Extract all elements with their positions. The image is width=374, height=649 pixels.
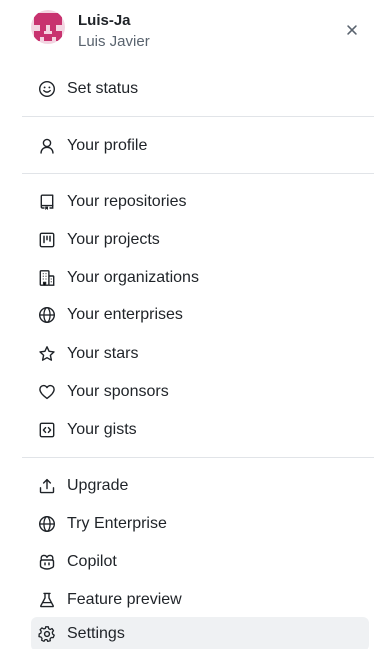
smiley-icon [38, 80, 56, 98]
gear-icon [38, 625, 56, 643]
menu-item-settings[interactable]: Settings [31, 617, 369, 649]
upload-icon [38, 477, 56, 495]
menu-item-label: Settings [67, 625, 125, 642]
globe-icon [38, 515, 56, 533]
globe-icon [38, 306, 56, 324]
menu-item-your-profile[interactable]: Your profile [31, 130, 369, 162]
divider [22, 173, 374, 174]
menu-item-your-gists[interactable]: Your gists [31, 414, 369, 446]
star-icon [38, 345, 56, 363]
menu-item-your-repositories[interactable]: Your repositories [31, 186, 369, 218]
code-square-icon [38, 421, 56, 439]
menu-item-label: Upgrade [67, 477, 129, 494]
copilot-icon [38, 553, 56, 571]
user-full-name: Luis Javier [78, 33, 150, 50]
menu-item-label: Your projects [67, 231, 160, 248]
menu-item-label: Your stars [67, 345, 139, 362]
menu-item-your-organizations[interactable]: Your organizations [31, 262, 369, 294]
menu-item-set-status[interactable]: Set status [31, 73, 369, 105]
organization-icon [38, 269, 56, 287]
menu-item-label: Set status [67, 80, 139, 97]
menu-item-label: Your organizations [67, 269, 199, 286]
user-login: Luis-Ja [78, 12, 131, 29]
menu-item-your-sponsors[interactable]: Your sponsors [31, 376, 369, 408]
identicon-icon [31, 10, 65, 44]
menu-item-feature-preview[interactable]: Feature preview [31, 584, 369, 616]
menu-item-upgrade[interactable]: Upgrade [31, 470, 369, 502]
menu-item-label: Your sponsors [67, 383, 169, 400]
menu-item-label: Copilot [67, 553, 117, 570]
user-menu-panel: Luis-Ja Luis Javier Set status Your prof… [0, 0, 374, 649]
menu-item-label: Feature preview [67, 591, 182, 608]
divider [22, 116, 374, 117]
menu-item-label: Your gists [67, 421, 137, 438]
close-icon [347, 25, 357, 35]
avatar[interactable] [31, 10, 65, 44]
close-button[interactable] [340, 18, 364, 42]
menu-item-your-projects[interactable]: Your projects [31, 224, 369, 256]
menu-item-label: Your enterprises [67, 306, 183, 323]
menu-item-copilot[interactable]: Copilot [31, 546, 369, 578]
heart-icon [38, 383, 56, 401]
divider [22, 457, 374, 458]
person-icon [38, 137, 56, 155]
beaker-icon [38, 591, 56, 609]
user-header: Luis-Ja Luis Javier [31, 10, 364, 56]
menu-item-label: Your repositories [67, 193, 187, 210]
menu-item-label: Your profile [67, 137, 148, 154]
project-icon [38, 231, 56, 249]
menu-item-try-enterprise[interactable]: Try Enterprise [31, 508, 369, 540]
menu-item-your-enterprises[interactable]: Your enterprises [31, 299, 369, 331]
menu-item-label: Try Enterprise [67, 515, 167, 532]
menu-item-your-stars[interactable]: Your stars [31, 338, 369, 370]
repo-icon [38, 193, 56, 211]
